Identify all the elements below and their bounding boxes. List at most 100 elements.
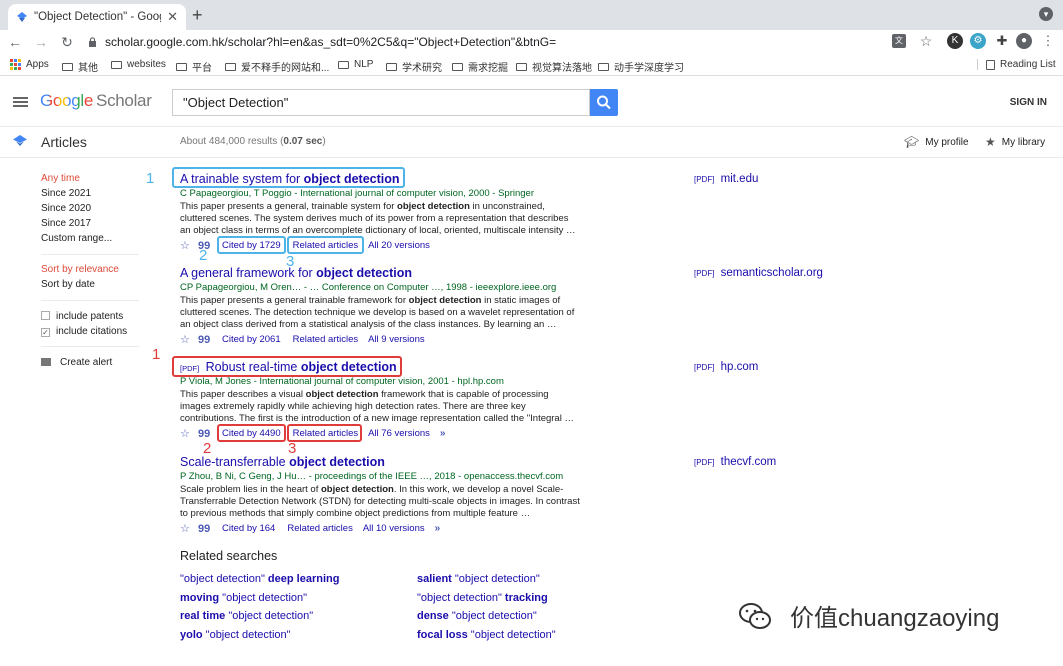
extension-gear-icon[interactable]: ⚙ bbox=[970, 33, 986, 49]
extension-k-icon[interactable]: K bbox=[947, 33, 963, 49]
filter-since-2021[interactable]: Since 2021 bbox=[41, 188, 91, 199]
all-versions-link[interactable]: All 76 versions bbox=[368, 428, 430, 439]
forward-icon[interactable]: → bbox=[30, 34, 52, 50]
folder-icon bbox=[452, 62, 463, 71]
search-button[interactable] bbox=[590, 89, 618, 116]
result-title[interactable]: Scale-transferrable object detection bbox=[180, 455, 680, 469]
related-search-link[interactable]: dense "object detection" bbox=[417, 610, 537, 622]
bookmark-star-icon[interactable]: ☆ bbox=[918, 33, 934, 49]
filter-any-time[interactable]: Any time bbox=[41, 173, 80, 184]
folder-icon bbox=[386, 62, 397, 71]
sort-by-date[interactable]: Sort by date bbox=[41, 279, 95, 290]
cite-quote-icon[interactable]: 99 bbox=[198, 523, 218, 535]
related-search-link[interactable]: "object detection" tracking bbox=[417, 592, 548, 604]
result-side-pdf-link[interactable]: [PDF] semanticscholar.org bbox=[694, 267, 823, 279]
result-authors: P Zhou, B Ni, C Geng, J Hu… - proceeding… bbox=[180, 471, 564, 482]
related-articles-link[interactable]: Related articles bbox=[287, 523, 352, 534]
browser-tab[interactable]: "Object Detection" - Google Sc ✕ bbox=[8, 4, 186, 30]
sort-by-relevance[interactable]: Sort by relevance bbox=[41, 264, 119, 275]
bookmarks-bar: Apps 其他 websites 平台 爱不释手的网站和... NLP 学术研究… bbox=[0, 56, 1063, 76]
create-alert-link[interactable]: Create alert bbox=[41, 357, 112, 368]
new-tab-icon[interactable]: + bbox=[192, 5, 203, 26]
more-chevron-icon[interactable]: » bbox=[440, 428, 446, 439]
menu-icon[interactable] bbox=[13, 97, 28, 107]
related-search-link[interactable]: salient "object detection" bbox=[417, 573, 540, 585]
sign-in-link[interactable]: SIGN IN bbox=[1010, 97, 1047, 108]
browser-tab-bar: "Object Detection" - Google Sc ✕ + ▾ bbox=[0, 0, 1063, 30]
filter-since-2020[interactable]: Since 2020 bbox=[41, 203, 91, 214]
annotation-box-red-cited bbox=[217, 424, 286, 442]
result-snippet: This paper presents a general, trainable… bbox=[180, 201, 576, 236]
annotation-number: 3 bbox=[288, 440, 297, 457]
result-title[interactable]: A general framework for object detection bbox=[180, 266, 680, 280]
close-tab-icon[interactable]: ✕ bbox=[167, 9, 178, 25]
save-star-icon[interactable]: ☆ bbox=[180, 522, 198, 535]
tab-title: "Object Detection" - Google Sc bbox=[34, 11, 161, 23]
search-input[interactable]: "Object Detection" bbox=[172, 89, 590, 116]
address-bar[interactable]: scholar.google.com.hk/scholar?hl=en&as_s… bbox=[82, 31, 940, 52]
bookmark-folder[interactable]: 学术研究 bbox=[386, 59, 442, 74]
graduation-cap-icon: 🎓︎ bbox=[904, 135, 920, 149]
related-search-link[interactable]: "object detection" deep learning bbox=[180, 573, 339, 585]
all-versions-link[interactable]: All 9 versions bbox=[368, 334, 425, 345]
cited-by-link[interactable]: Cited by 164 bbox=[222, 523, 275, 534]
bookmark-folder[interactable]: 动手学深度学习 bbox=[598, 59, 684, 74]
reading-list[interactable]: Reading List bbox=[977, 59, 1056, 70]
related-searches-heading: Related searches bbox=[180, 549, 278, 563]
bookmark-folder[interactable]: 爱不释手的网站和... bbox=[225, 59, 329, 74]
bookmark-apps[interactable]: Apps bbox=[10, 59, 49, 70]
result-side-pdf-link[interactable]: [PDF] hp.com bbox=[694, 361, 758, 373]
filter-since-2017[interactable]: Since 2017 bbox=[41, 218, 91, 229]
browser-menu-icon[interactable]: ⋮ bbox=[1040, 33, 1056, 49]
my-library-link[interactable]: ★ My library bbox=[985, 135, 1045, 149]
all-versions-link[interactable]: All 10 versions bbox=[363, 523, 425, 534]
related-search-link[interactable]: moving "object detection" bbox=[180, 592, 307, 604]
apps-grid-icon bbox=[10, 59, 21, 70]
bookmark-label: 平台 bbox=[192, 63, 212, 74]
my-profile-link[interactable]: 🎓︎ My profile bbox=[904, 135, 969, 149]
translate-icon[interactable]: 文 bbox=[892, 34, 906, 48]
filter-custom-range[interactable]: Custom range... bbox=[41, 233, 112, 244]
cited-by-link[interactable]: Cited by 2061 bbox=[222, 334, 281, 345]
more-chevron-icon[interactable]: » bbox=[435, 523, 441, 534]
related-search-link[interactable]: yolo "object detection" bbox=[180, 629, 291, 641]
search-result: A general framework for object detection… bbox=[180, 266, 680, 346]
folder-icon bbox=[338, 60, 349, 69]
profile-avatar-icon[interactable]: ● bbox=[1016, 33, 1032, 49]
result-side-pdf-link[interactable]: [PDF] mit.edu bbox=[694, 173, 758, 185]
annotation-number: 1 bbox=[146, 170, 155, 187]
reload-icon[interactable]: ↻ bbox=[56, 34, 78, 51]
scholar-logo[interactable]: Google Scholar bbox=[40, 91, 152, 111]
sidebar-divider bbox=[41, 254, 139, 255]
folder-icon bbox=[111, 60, 122, 69]
bookmark-folder[interactable]: NLP bbox=[338, 59, 373, 70]
bookmark-folder[interactable]: websites bbox=[111, 59, 166, 70]
bookmark-folder[interactable]: 需求挖掘 bbox=[452, 59, 508, 74]
cite-quote-icon[interactable]: 99 bbox=[198, 428, 218, 440]
cite-quote-icon[interactable]: 99 bbox=[198, 334, 218, 346]
related-articles-link[interactable]: Related articles bbox=[293, 334, 358, 345]
save-star-icon[interactable]: ☆ bbox=[180, 427, 198, 440]
lock-icon bbox=[89, 36, 96, 47]
bookmark-folder[interactable]: 视觉算法落地 bbox=[516, 59, 592, 74]
checkbox-checked-icon: ✓ bbox=[41, 328, 50, 337]
tab-search-icon[interactable]: ▾ bbox=[1039, 7, 1053, 21]
bookmark-folder[interactable]: 平台 bbox=[176, 59, 212, 74]
results-count: About 484,000 results (0.07 sec) bbox=[180, 136, 326, 147]
folder-icon bbox=[225, 62, 236, 71]
back-icon[interactable]: ← bbox=[4, 34, 26, 50]
related-search-link[interactable]: real time "object detection" bbox=[180, 610, 313, 622]
bookmark-folder[interactable]: 其他 bbox=[62, 59, 98, 74]
include-citations-checkbox[interactable]: ✓ include citations bbox=[41, 326, 127, 337]
bookmark-label: 学术研究 bbox=[402, 63, 442, 74]
result-side-pdf-link[interactable]: [PDF] thecvf.com bbox=[694, 456, 776, 468]
include-patents-checkbox[interactable]: include patents bbox=[41, 311, 123, 322]
save-star-icon[interactable]: ☆ bbox=[180, 333, 198, 346]
annotation-box-blue-title bbox=[172, 167, 405, 188]
all-versions-link[interactable]: All 20 versions bbox=[368, 240, 430, 251]
related-search-link[interactable]: focal loss "object detection" bbox=[417, 629, 556, 641]
save-star-icon[interactable]: ☆ bbox=[180, 239, 198, 252]
extensions-puzzle-icon[interactable]: ✚ bbox=[994, 33, 1010, 49]
watermark-text: 价值chuangzaoying bbox=[790, 605, 1000, 632]
articles-label: Articles bbox=[41, 134, 87, 150]
